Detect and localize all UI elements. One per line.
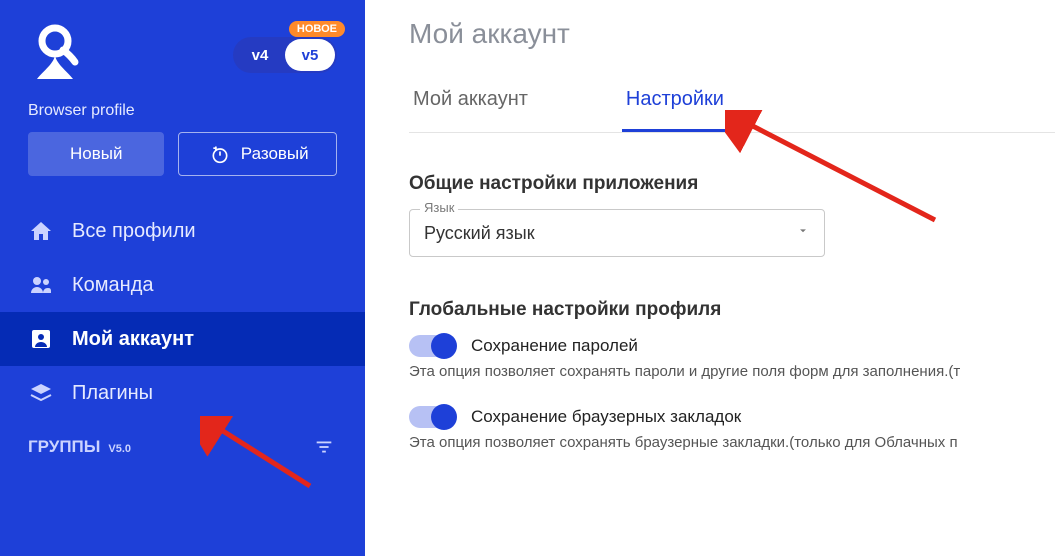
app-logo	[28, 20, 82, 90]
profile-settings-title: Глобальные настройки профиля	[409, 299, 1055, 321]
new-badge: НОВОЕ	[289, 21, 345, 37]
sidebar-groups[interactable]: ГРУППЫ V5.0	[0, 420, 365, 466]
setting-description: Эта опция позволяет сохранять пароли и д…	[409, 363, 1055, 380]
setting-save-bookmarks: Сохранение браузерных закладок Эта опция…	[409, 406, 1055, 451]
toggle-label: Сохранение паролей	[471, 336, 638, 356]
account-icon	[28, 326, 54, 352]
team-icon	[28, 272, 54, 298]
toggle-save-passwords[interactable]	[409, 335, 455, 357]
onetime-button-label: Разовый	[241, 144, 309, 164]
sidebar-item-label: Команда	[72, 274, 153, 297]
tab-my-account[interactable]: Мой аккаунт	[409, 88, 532, 132]
sidebar-item-all-profiles[interactable]: Все профили	[0, 204, 365, 258]
sidebar-item-label: Плагины	[72, 382, 153, 405]
toggle-label: Сохранение браузерных закладок	[471, 407, 741, 427]
new-profile-button[interactable]: Новый	[28, 132, 164, 176]
language-select-value: Русский язык	[424, 223, 535, 244]
main-content: Мой аккаунт Мой аккаунт Настройки Общие …	[365, 0, 1055, 556]
toggle-save-bookmarks[interactable]	[409, 406, 455, 428]
sidebar-item-label: Мой аккаунт	[72, 328, 194, 351]
browser-profile-label: Browser profile	[0, 102, 365, 132]
tab-settings[interactable]: Настройки	[622, 88, 728, 132]
setting-description: Эта опция позволяет сохранять браузерные…	[409, 434, 1055, 451]
sidebar-item-team[interactable]: Команда	[0, 258, 365, 312]
sidebar: НОВОЕ v4 v5 Browser profile Новый Разовы…	[0, 0, 365, 556]
version-v4[interactable]: v4	[235, 39, 285, 71]
version-v5[interactable]: v5	[285, 39, 335, 71]
sidebar-item-label: Все профили	[72, 220, 196, 243]
language-select-label: Язык	[420, 200, 458, 215]
version-switch[interactable]: НОВОЕ v4 v5	[233, 37, 337, 73]
setting-save-passwords: Сохранение паролей Эта опция позволяет с…	[409, 335, 1055, 380]
stopwatch-icon	[207, 141, 233, 167]
home-icon	[28, 218, 54, 244]
chevron-down-icon	[796, 224, 810, 243]
filter-icon[interactable]	[311, 434, 337, 460]
groups-label: ГРУППЫ	[28, 437, 100, 457]
sidebar-item-plugins[interactable]: Плагины	[0, 366, 365, 420]
app-settings-title: Общие настройки приложения	[409, 173, 1055, 195]
layers-icon	[28, 380, 54, 406]
sidebar-item-my-account[interactable]: Мой аккаунт	[0, 312, 365, 366]
groups-version: V5.0	[108, 443, 131, 455]
onetime-profile-button[interactable]: Разовый	[178, 132, 337, 176]
sidebar-nav: Все профили Команда Мой аккаунт Плагины	[0, 204, 365, 420]
language-select[interactable]: Язык Русский язык	[409, 209, 825, 257]
page-title: Мой аккаунт	[409, 18, 1055, 50]
tabs: Мой аккаунт Настройки	[409, 88, 1055, 133]
